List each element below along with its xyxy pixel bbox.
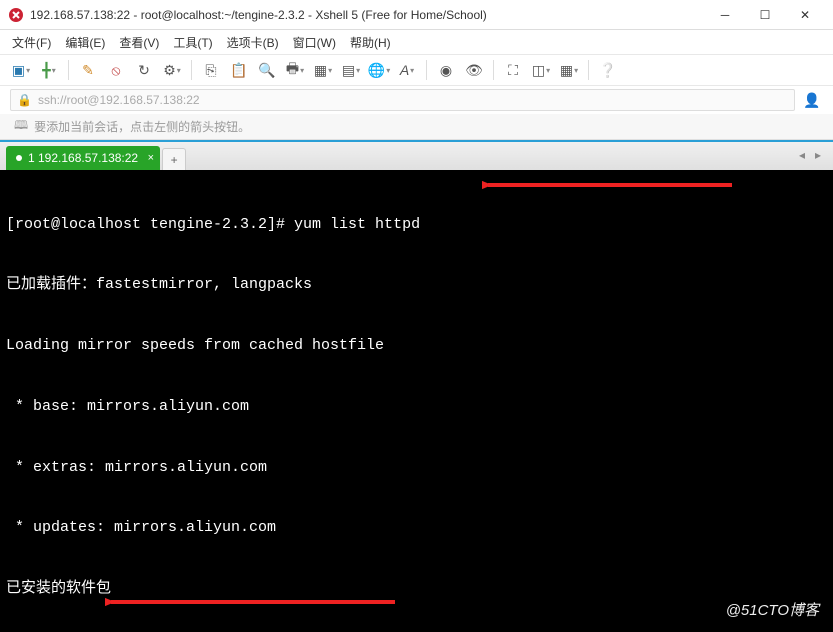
toolbar: ▣ ╋ ✎ ⦸ ↻ ⚙ ⎘ 📋 🔍 🖶 ▦ ▤ 🌐 A ◉ 👁 ⛶ ◫ ▦ ❔ [0, 54, 833, 86]
terminal-line: * extras: mirrors.aliyun.com [6, 458, 827, 478]
tab-prev-icon[interactable]: ◂ [795, 146, 809, 164]
open-button[interactable]: ╋ [38, 59, 60, 81]
address-bar: 🔒 ssh://root@192.168.57.138:22 👤 [0, 86, 833, 114]
tile-icon[interactable]: ▦ [558, 59, 580, 81]
close-button[interactable]: ✕ [785, 0, 825, 30]
app-icon [8, 7, 24, 23]
font-icon[interactable]: A [396, 59, 418, 81]
new-session-button[interactable]: ▣ [10, 59, 32, 81]
terminal-output[interactable]: [root@localhost tengine-2.3.2]# yum list… [0, 170, 833, 632]
status-dot-icon [16, 155, 22, 161]
add-tab-button[interactable]: + [162, 148, 186, 170]
titlebar: 192.168.57.138:22 - root@localhost:~/ten… [0, 0, 833, 30]
hint-text: 要添加当前会话，点击左侧的箭头按钮。 [34, 118, 250, 135]
menubar: 文件(F) 编辑(E) 查看(V) 工具(T) 选项卡(B) 窗口(W) 帮助(… [0, 30, 833, 54]
menu-window[interactable]: 窗口(W) [293, 34, 336, 51]
properties-icon[interactable]: ⚙ [161, 59, 183, 81]
terminal-line: 已安装的软件包 [6, 579, 827, 599]
menu-tab[interactable]: 选项卡(B) [227, 34, 279, 51]
tab-next-icon[interactable]: ▸ [811, 146, 825, 164]
edit-icon[interactable]: ✎ [77, 59, 99, 81]
lock-icon: 🔒 [17, 93, 32, 107]
user-icon[interactable]: 👤 [801, 89, 823, 111]
view-icon[interactable]: 👁 [463, 59, 485, 81]
layout1-icon[interactable]: ▦ [312, 59, 334, 81]
split-icon[interactable]: ◫ [530, 59, 552, 81]
menu-view[interactable]: 查看(V) [119, 34, 159, 51]
tabstrip: 1 192.168.57.138:22 × + ◂ ▸ [0, 140, 833, 170]
tab-label: 1 192.168.57.138:22 [28, 151, 138, 165]
terminal-line: Loading mirror speeds from cached hostfi… [6, 336, 827, 356]
layout2-icon[interactable]: ▤ [340, 59, 362, 81]
tab-nav: ◂ ▸ [795, 146, 825, 164]
separator [588, 60, 589, 80]
tab-close-icon[interactable]: × [148, 152, 154, 164]
maximize-button[interactable]: ☐ [745, 0, 785, 30]
minimize-button[interactable]: ─ [705, 0, 745, 30]
help-icon[interactable]: ❔ [597, 59, 619, 81]
address-input[interactable]: 🔒 ssh://root@192.168.57.138:22 [10, 89, 795, 111]
paste-icon[interactable]: 📋 [228, 59, 250, 81]
terminal-line: 已加载插件：fastestmirror, langpacks [6, 275, 827, 295]
find-icon[interactable]: 🔍 [256, 59, 278, 81]
print-icon[interactable]: 🖶 [284, 59, 306, 81]
menu-file[interactable]: 文件(F) [12, 34, 51, 51]
sync-icon[interactable]: ◉ [435, 59, 457, 81]
separator [426, 60, 427, 80]
bookmark-icon[interactable]: 🕮 [14, 116, 28, 137]
window-title: 192.168.57.138:22 - root@localhost:~/ten… [30, 8, 705, 22]
hintbar: 🕮 要添加当前会话，点击左侧的箭头按钮。 [0, 114, 833, 140]
reconnect-icon[interactable]: ↻ [133, 59, 155, 81]
separator [68, 60, 69, 80]
globe-icon[interactable]: 🌐 [368, 59, 390, 81]
menu-edit[interactable]: 编辑(E) [65, 34, 105, 51]
menu-help[interactable]: 帮助(H) [350, 34, 391, 51]
fullscreen-icon[interactable]: ⛶ [502, 59, 524, 81]
menu-tools[interactable]: 工具(T) [173, 34, 212, 51]
tab-session-1[interactable]: 1 192.168.57.138:22 × [6, 146, 160, 170]
copy-icon[interactable]: ⎘ [200, 59, 222, 81]
terminal-line: * base: mirrors.aliyun.com [6, 397, 827, 417]
separator [191, 60, 192, 80]
terminal-line: [root@localhost tengine-2.3.2]# yum list… [6, 215, 827, 235]
disconnect-icon[interactable]: ⦸ [105, 59, 127, 81]
separator [493, 60, 494, 80]
terminal-line: * updates: mirrors.aliyun.com [6, 518, 827, 538]
watermark: @51CTO博客 [726, 599, 819, 620]
address-text: ssh://root@192.168.57.138:22 [38, 93, 200, 107]
